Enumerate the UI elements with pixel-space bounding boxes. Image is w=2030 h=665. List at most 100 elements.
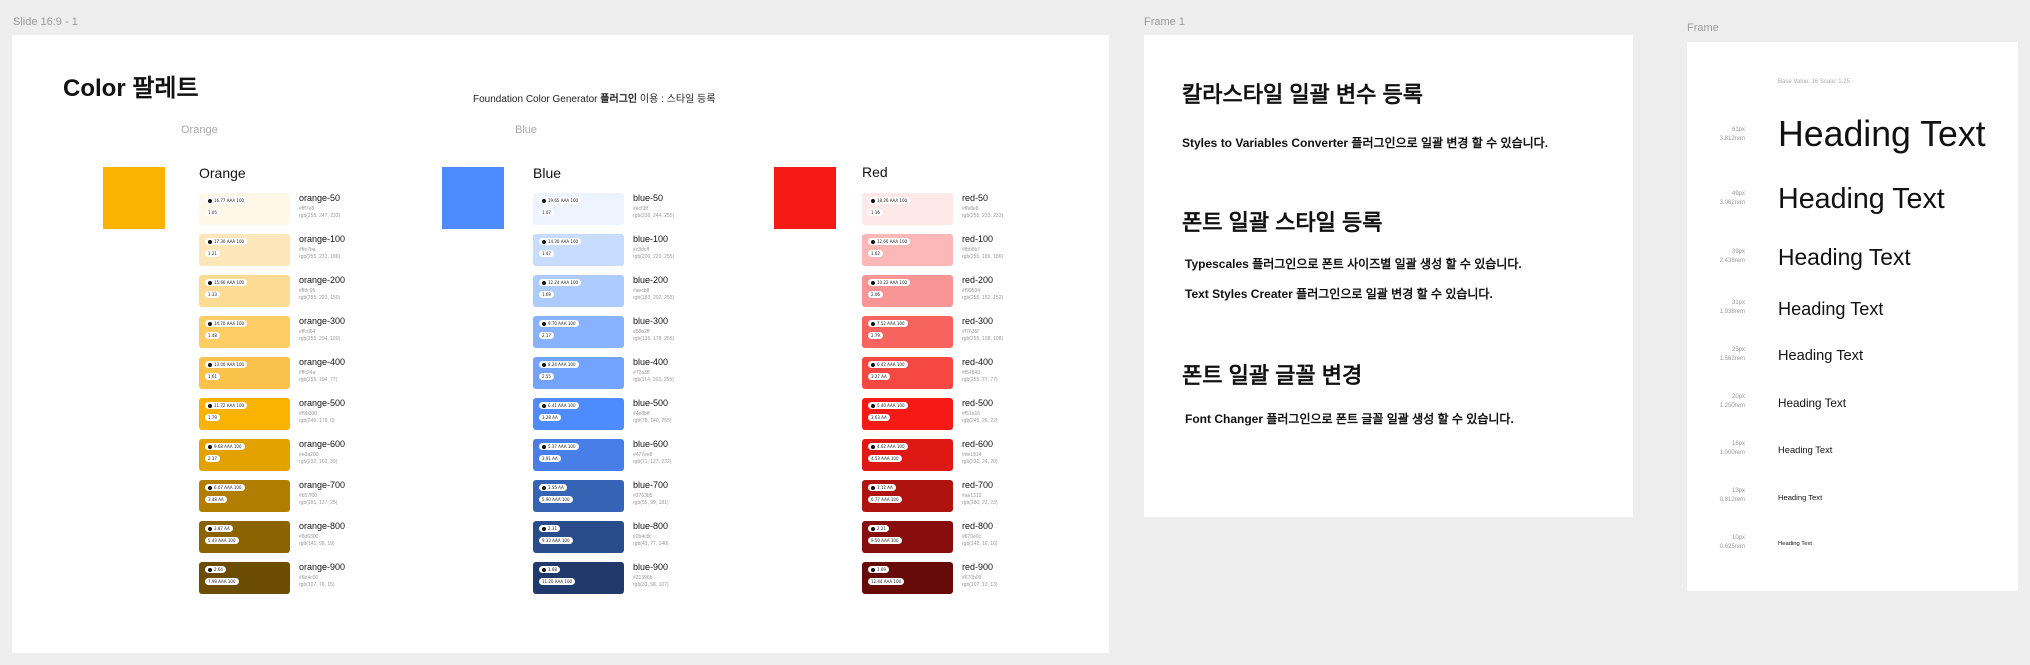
- color-chip-row[interactable]: 16.77 AAA 100 1.05 orange-50 #fff7e8 rgb(255…: [199, 193, 359, 225]
- color-chip-row[interactable]: 2.31 9.33 AAA 100 blue-800 #2b4c8c rgb(43, 7…: [533, 521, 693, 553]
- color-chip[interactable]: 9.70 AAA 100 2.17: [533, 316, 624, 348]
- swatch-orange[interactable]: [103, 167, 165, 229]
- heading-sample[interactable]: Heading Text: [1778, 494, 1822, 502]
- color-chip-row[interactable]: 11.72 AAA 100 1.79 orange-500 #f9b300 rgb(24…: [199, 398, 359, 430]
- color-chip-row[interactable]: 2.64 7.98 AAA 100 orange-900 #6b4c00 rgb(107…: [199, 562, 359, 594]
- color-chip[interactable]: 3.12 AA 6.77 AAA 100: [862, 480, 953, 512]
- color-chip-row[interactable]: 9.70 AAA 100 2.17 blue-300 #88b2ff rgb(136, …: [533, 316, 693, 348]
- color-chip[interactable]: 4.62 AAA 100 4.53 AAA 100: [862, 439, 953, 471]
- color-chip-row[interactable]: 1.68 11.20 AAA 100 blue-900 #21396b rgb(33, …: [533, 562, 693, 594]
- slide-frame-label[interactable]: Slide 16:9 - 1: [13, 16, 78, 28]
- color-chip-row[interactable]: 12.66 AAA 100 1.62 red-100 #fbb8b7 rgb(255, …: [862, 234, 1022, 266]
- heading-sample[interactable]: Heading Text: [1778, 300, 1883, 318]
- color-chip-row[interactable]: 5.37 AAA 100 3.91 AA blue-600 #477ee8 rgb(71…: [533, 439, 693, 471]
- color-chip-row[interactable]: 3.87 AA 5.43 AAA 100 orange-800 #8d6300 rgb(…: [199, 521, 359, 553]
- heading-font-change: 폰트 일괄 글꼴 변경: [1182, 363, 1363, 388]
- color-chip[interactable]: 1.68 11.20 AAA 100: [533, 562, 624, 594]
- color-chip-row[interactable]: 6.07 AAA 100 3.48 AA orange-700 #b57f00 rgb(…: [199, 480, 359, 512]
- color-chip-row[interactable]: 9.68 AAA 100 2.17 orange-600 #e8a200 rgb(232…: [199, 439, 359, 471]
- color-hex: #e8a200: [299, 452, 319, 458]
- heading-sample[interactable]: Heading Text: [1778, 185, 1945, 214]
- color-chip[interactable]: 5.40 AAA 100 3.63 AA: [862, 398, 953, 430]
- color-chip[interactable]: 16.77 AAA 100 1.05: [199, 193, 290, 225]
- color-chip-row[interactable]: 7.52 AAA 100 2.79 red-300 #f7635f rgb(255, 1…: [862, 316, 1022, 348]
- contrast-badge-white: 2.79: [868, 332, 883, 339]
- color-chip-row[interactable]: 6.41 AAA 100 3.28 AA blue-500 #4e8bff rgb(78…: [533, 398, 693, 430]
- heading-sample[interactable]: Heading Text: [1778, 445, 1832, 455]
- color-chip-row[interactable]: 3.55 AA 5.90 AAA 100 blue-700 #3763b5 rgb(55…: [533, 480, 693, 512]
- frame1[interactable]: 칼라스타일 일괄 변수 등록 Styles to Variables Conve…: [1144, 35, 1633, 517]
- contrast-badge-black: 10.22 AAA 100: [868, 279, 911, 286]
- color-chip[interactable]: 2.64 7.98 AAA 100: [199, 562, 290, 594]
- color-chip[interactable]: 2.31 9.33 AAA 100: [533, 521, 624, 553]
- swatch-red[interactable]: [774, 167, 836, 229]
- heading-sample[interactable]: Heading Text: [1778, 541, 1812, 548]
- color-chip[interactable]: 6.41 AAA 100 3.28 AA: [533, 398, 624, 430]
- color-hex: #aecbff: [633, 288, 650, 294]
- color-chip-row[interactable]: 14.70 AAA 100 1.48 orange-300 #ffcd64 rgb(25…: [199, 316, 359, 348]
- contrast-badge-black: 14.30 AAA 100: [539, 238, 582, 245]
- size-rem: 0.812rem: [1719, 497, 1745, 503]
- contrast-badge-white: 1.05: [205, 209, 220, 216]
- contrast-badge-white: 1.61: [205, 373, 220, 380]
- color-chip-row[interactable]: 19.65 AAA 100 1.07 blue-50 #ecf3ff rgb(236, …: [533, 193, 693, 225]
- swatch-blue[interactable]: [442, 167, 504, 229]
- color-chip-row[interactable]: 18.26 AAA 100 1.16 red-50 #ffe8e8 rgb(255, 2…: [862, 193, 1022, 225]
- frame1-label[interactable]: Frame 1: [1144, 16, 1185, 28]
- heading-color-vars: 칼라스타일 일괄 변수 등록: [1182, 82, 1423, 107]
- color-name: blue-400: [633, 357, 669, 367]
- color-chip-row[interactable]: 13.00 AAA 100 1.61 orange-400 #ffc24a rgb(25…: [199, 357, 359, 389]
- color-chip-row[interactable]: 17.30 AAA 100 1.21 orange-100 #ffe7ba rgb(25…: [199, 234, 359, 266]
- color-name: red-400: [962, 357, 994, 367]
- color-chip[interactable]: 8.24 AAA 100 2.55: [533, 357, 624, 389]
- heading-sample[interactable]: Heading Text: [1778, 397, 1846, 410]
- color-chip[interactable]: 19.65 AAA 100 1.07: [533, 193, 624, 225]
- color-chip-row[interactable]: 2.21 9.50 AAA 100 red-800 #870e0c rgb(142, 1…: [862, 521, 1022, 553]
- heading-sample[interactable]: Heading Text: [1778, 117, 1986, 153]
- color-chip[interactable]: 12.24 AAA 100 1.69: [533, 275, 624, 307]
- color-chip[interactable]: 18.26 AAA 100 1.16: [862, 193, 953, 225]
- color-chip[interactable]: 2.21 9.50 AAA 100: [862, 521, 953, 553]
- heading-sample[interactable]: Heading Text: [1778, 246, 1911, 269]
- color-name: orange-500: [299, 398, 346, 408]
- color-hex: #870e0c: [962, 534, 982, 540]
- color-name: red-900: [962, 562, 994, 572]
- color-chip-row[interactable]: 10.22 AAA 100 2.06 red-200 #f99594 rgb(255, …: [862, 275, 1022, 307]
- color-chip[interactable]: 7.52 AAA 100 2.79: [862, 316, 953, 348]
- color-chip[interactable]: 12.66 AAA 100 1.62: [862, 234, 953, 266]
- color-chip[interactable]: 10.22 AAA 100 2.06: [862, 275, 953, 307]
- color-chip[interactable]: 14.30 AAA 100 1.47: [533, 234, 624, 266]
- dot-icon: [871, 199, 875, 203]
- color-rgb: rgb(183, 202, 255): [633, 295, 675, 301]
- frame2-label[interactable]: Frame: [1687, 22, 1719, 34]
- contrast-value: 14.70 AAA 100: [214, 321, 245, 326]
- color-rgb: rgb(232, 162, 39): [299, 459, 338, 465]
- color-chip[interactable]: 9.68 AAA 100 2.17: [199, 439, 290, 471]
- color-chip[interactable]: 1.69 12.44 AAA 100: [862, 562, 953, 594]
- color-chip-row[interactable]: 6.42 AAA 100 3.27 AA red-400 #f54843 rgb(255…: [862, 357, 1022, 389]
- color-chip[interactable]: 3.87 AA 5.43 AAA 100: [199, 521, 290, 553]
- color-chip[interactable]: 13.00 AAA 100 1.61: [199, 357, 290, 389]
- color-chip[interactable]: 15.66 AAA 100 1.33: [199, 275, 290, 307]
- color-chip-row[interactable]: 14.30 AAA 100 1.47 blue-100 #c8dcff rgb(200,…: [533, 234, 693, 266]
- typescale-frame[interactable]: Base Value: 16 Scale: 1.25 61px 3.812rem H…: [1687, 42, 2018, 591]
- heading-sample[interactable]: Heading Text: [1778, 349, 1863, 364]
- color-chip-row[interactable]: 8.24 AAA 100 2.55 blue-400 #72a3ff rgb(114, …: [533, 357, 693, 389]
- contrast-value: 2.21: [877, 526, 886, 531]
- color-chip-row[interactable]: 5.40 AAA 100 3.63 AA red-500 #f51a16 rgb(245…: [862, 398, 1022, 430]
- color-chip-row[interactable]: 3.12 AA 6.77 AAA 100 red-700 #ae1310 rgb(180…: [862, 480, 1022, 512]
- size-rem: 3.812rem: [1719, 136, 1745, 142]
- color-chip[interactable]: 6.42 AAA 100 3.27 AA: [862, 357, 953, 389]
- color-chip[interactable]: 6.07 AAA 100 3.48 AA: [199, 480, 290, 512]
- heading-font-styles: 폰트 일괄 스타일 등록: [1182, 210, 1383, 235]
- color-chip[interactable]: 17.30 AAA 100 1.21: [199, 234, 290, 266]
- color-chip-row[interactable]: 1.69 12.44 AAA 100 red-900 #670b09 rgb(107, …: [862, 562, 1022, 594]
- color-chip[interactable]: 14.70 AAA 100 1.48: [199, 316, 290, 348]
- color-chip-row[interactable]: 4.62 AAA 100 4.53 AAA 100 red-600 #de1814 rg…: [862, 439, 1022, 471]
- slide-frame[interactable]: Color 팔레트 Foundation Color Generator 플러그…: [12, 35, 1109, 653]
- color-chip[interactable]: 5.37 AAA 100 3.91 AA: [533, 439, 624, 471]
- color-chip-row[interactable]: 15.66 AAA 100 1.33 orange-200 #ffdc95 rgb(25…: [199, 275, 359, 307]
- color-chip[interactable]: 11.72 AAA 100 1.79: [199, 398, 290, 430]
- color-chip[interactable]: 3.55 AA 5.90 AAA 100: [533, 480, 624, 512]
- color-chip-row[interactable]: 12.24 AAA 100 1.69 blue-200 #aecbff rgb(183,…: [533, 275, 693, 307]
